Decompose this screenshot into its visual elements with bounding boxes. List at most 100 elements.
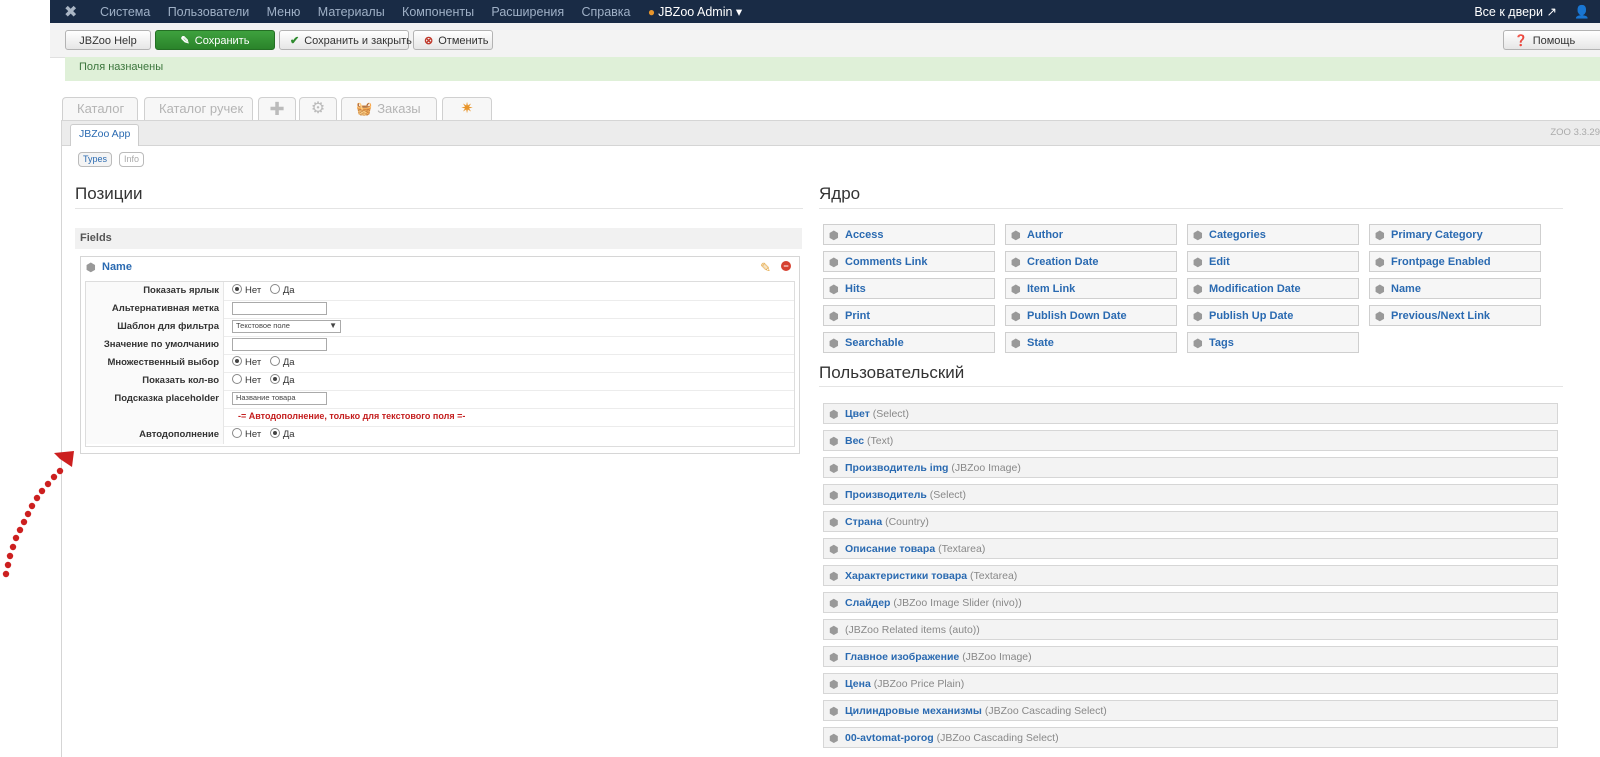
add-app-icon[interactable]: ✚ <box>258 97 296 120</box>
custom-field-type: (Textarea) <box>938 543 986 555</box>
cube-icon: ⬢ <box>829 311 839 323</box>
tab-catalog[interactable]: Каталог <box>62 97 138 120</box>
param-label <box>86 408 224 426</box>
radio-no[interactable] <box>232 356 242 366</box>
delete-icon[interactable]: − <box>781 261 791 271</box>
core-field-previous-next-link[interactable]: ⬢ Previous/Next Link <box>1369 305 1541 326</box>
custom-field-item[interactable]: ⬢ 00-avtomat-porog (JBZoo Cascading Selec… <box>823 727 1558 748</box>
custom-field-item[interactable]: ⬢ Слайдер (JBZoo Image Slider (nivo)) <box>823 592 1558 613</box>
user-icon[interactable]: 👤 <box>1574 5 1590 19</box>
radio-yes[interactable] <box>269 374 280 384</box>
menu-item-help[interactable]: Справка <box>581 5 630 19</box>
site-link[interactable]: Все к двери <box>1474 5 1543 19</box>
core-field-searchable[interactable]: ⬢ Searchable <box>823 332 995 353</box>
custom-field-item[interactable]: ⬢ Описание товара (Textarea) <box>823 538 1558 559</box>
field-params: Показать ярлык Нет Да Альтернативная мет… <box>85 281 795 447</box>
radio-no-label: Нет <box>245 375 262 386</box>
menu-item-menu[interactable]: Меню <box>267 5 301 19</box>
field-title[interactable]: ⬢ Name <box>86 261 132 274</box>
core-field-modification-date[interactable]: ⬢ Modification Date <box>1187 278 1359 299</box>
radio-yes[interactable] <box>269 356 280 366</box>
custom-field-item[interactable]: ⬢ Цвет (Select) <box>823 403 1558 424</box>
jbzoo-help-label: JBZoo Help <box>79 35 137 47</box>
tab-jbzoo-app[interactable]: JBZoo App <box>70 124 140 146</box>
radio-no[interactable] <box>232 374 242 384</box>
save-close-label: Сохранить и закрыть <box>304 35 412 47</box>
help-button[interactable]: ❓ Помощь <box>1503 30 1600 50</box>
cube-icon: ⬢ <box>1375 230 1385 242</box>
cube-icon: ⬢ <box>829 571 839 583</box>
core-field-tags[interactable]: ⬢ Tags <box>1187 332 1359 353</box>
filter-template-select[interactable]: Текстовое поле ▼ <box>232 319 341 333</box>
cube-icon: ⬢ <box>829 490 839 502</box>
core-field-publish-down-date[interactable]: ⬢ Publish Down Date <box>1005 305 1177 326</box>
core-field-label: Author <box>1027 229 1064 241</box>
save-button[interactable]: ✎ Сохранить <box>155 30 275 50</box>
cube-icon: ⬢ <box>1011 338 1021 350</box>
menu-item-system[interactable]: Система <box>100 5 150 19</box>
core-field-publish-up-date[interactable]: ⬢ Publish Up Date <box>1187 305 1359 326</box>
custom-field-item[interactable]: ⬢ Производитель (Select) <box>823 484 1558 505</box>
tab-orders[interactable]: 🧺 Заказы <box>341 97 437 120</box>
core-field-item-link[interactable]: ⬢ Item Link <box>1005 278 1177 299</box>
core-field-name[interactable]: ⬢ Name <box>1369 278 1541 299</box>
radio-no[interactable] <box>232 428 242 438</box>
core-field-primary-category[interactable]: ⬢ Primary Category <box>1369 224 1541 245</box>
menu-item-jbzoo-admin[interactable]: ● JBZoo Admin ▾ <box>648 5 742 19</box>
tab-handles-catalog[interactable]: Каталог ручек <box>144 97 253 120</box>
joomla-icon[interactable]: ✖ <box>64 2 77 22</box>
gear-icon[interactable]: ⚙ <box>299 97 337 120</box>
cancel-button[interactable]: ⊗ Отменить <box>413 30 493 50</box>
save-close-button[interactable]: ✔ Сохранить и закрыть <box>279 30 412 50</box>
alt-label-input[interactable] <box>232 301 327 315</box>
core-field-edit[interactable]: ⬢ Edit <box>1187 251 1359 272</box>
core-title: Ядро <box>819 184 861 203</box>
cube-icon: ⬢ <box>829 517 839 529</box>
core-field-state[interactable]: ⬢ State <box>1005 332 1177 353</box>
menu-item-components[interactable]: Компоненты <box>402 5 474 19</box>
core-field-print[interactable]: ⬢ Print <box>823 305 995 326</box>
core-field-hits[interactable]: ⬢ Hits <box>823 278 995 299</box>
core-field-categories[interactable]: ⬢ Categories <box>1187 224 1359 245</box>
radio-yes[interactable] <box>269 284 280 294</box>
custom-field-item[interactable]: ⬢ Характеристики товара (Textarea) <box>823 565 1558 586</box>
menu-item-extensions[interactable]: Расширения <box>491 5 564 19</box>
custom-field-item[interactable]: ⬢ Страна (Country) <box>823 511 1558 532</box>
jbzoo-help-button[interactable]: JBZoo Help <box>65 30 151 50</box>
cube-icon: ⬢ <box>1193 338 1203 350</box>
custom-field-item[interactable]: ⬢ Цена (JBZoo Price Plain) <box>823 673 1558 694</box>
placeholder-input[interactable]: Название товара <box>232 391 327 405</box>
menu-item-users[interactable]: Пользователи <box>168 5 250 19</box>
custom-field-item[interactable]: ⬢ Цилиндровые механизмы (JBZoo Cascading … <box>823 700 1558 721</box>
custom-title: Пользовательский <box>819 363 965 382</box>
custom-field-name: Цена <box>845 678 871 690</box>
custom-field-item[interactable]: ⬢ Главное изображение (JBZoo Image) <box>823 646 1558 667</box>
positions-title: Позиции <box>75 184 143 203</box>
info-pill[interactable]: Info <box>119 152 145 167</box>
cube-icon: ⬢ <box>829 284 839 296</box>
core-field-label: Publish Down Date <box>1027 310 1127 322</box>
core-field-access[interactable]: ⬢ Access <box>823 224 995 245</box>
cube-icon: ⬢ <box>1375 311 1385 323</box>
core-field-label: Item Link <box>1027 283 1076 295</box>
core-field-frontpage-enabled[interactable]: ⬢ Frontpage Enabled <box>1369 251 1541 272</box>
core-field-author[interactable]: ⬢ Author <box>1005 224 1177 245</box>
radio-no[interactable] <box>232 284 242 294</box>
caret-down-icon: ▾ <box>735 5 743 19</box>
custom-field-item[interactable]: ⬢ Производитель img (JBZoo Image) <box>823 457 1558 478</box>
cube-icon: ⬢ <box>1193 311 1203 323</box>
radio-yes[interactable] <box>269 428 280 438</box>
core-field-label: Comments Link <box>845 256 928 268</box>
custom-field-item[interactable]: ⬢ Вес (Text) <box>823 430 1558 451</box>
jbzoo-icon[interactable]: ✷ <box>442 97 492 120</box>
question-icon: ❓ <box>1514 35 1528 47</box>
types-pill[interactable]: Types <box>78 152 113 167</box>
core-field-creation-date[interactable]: ⬢ Creation Date <box>1005 251 1177 272</box>
core-field-comments-link[interactable]: ⬢ Comments Link <box>823 251 995 272</box>
param-label: Автодополнение <box>86 426 224 444</box>
default-value-input[interactable] <box>232 337 327 351</box>
menu-item-content[interactable]: Материалы <box>318 5 385 19</box>
custom-field-item[interactable]: ⬢ (JBZoo Related items (auto)) <box>823 619 1558 640</box>
edit-icon[interactable]: ✎ <box>760 260 771 276</box>
core-field-label: Creation Date <box>1027 256 1099 268</box>
